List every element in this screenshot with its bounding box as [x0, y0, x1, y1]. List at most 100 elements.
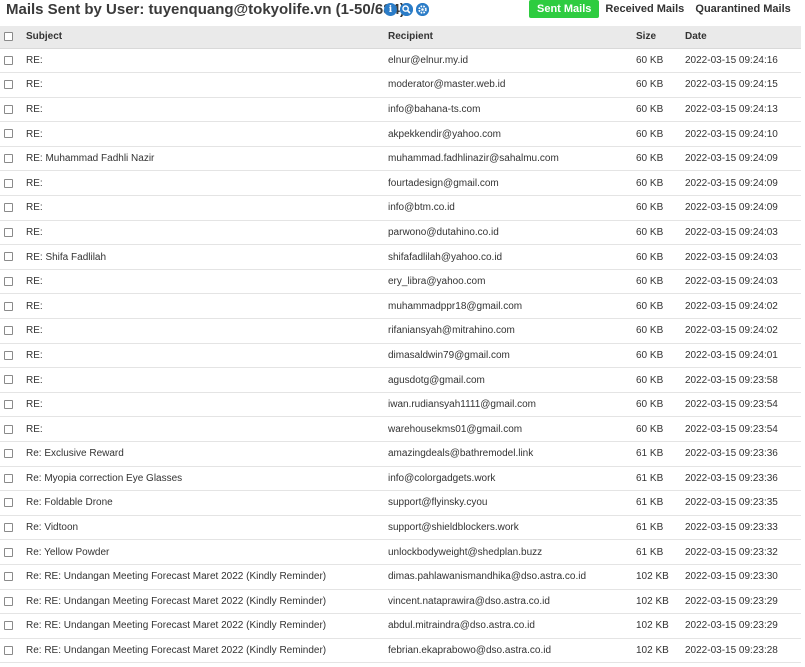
- row-subject: Re: RE: Undangan Meeting Forecast Maret …: [26, 595, 327, 607]
- row-recipient: shifafadlilah@yahoo.co.id: [388, 251, 503, 263]
- row-checkbox[interactable]: [4, 645, 13, 655]
- row-checkbox-cell: [0, 245, 19, 270]
- row-checkbox[interactable]: [4, 498, 13, 508]
- table-row[interactable]: RE: Muhammad Fadhli Nazir muhammad.fadhli…: [0, 146, 801, 171]
- row-date: 2022-03-15 09:23:28: [685, 645, 778, 657]
- row-checkbox[interactable]: [4, 129, 13, 139]
- row-size: 61 KB: [636, 472, 664, 484]
- row-size: 102 KB: [636, 645, 669, 657]
- row-checkbox[interactable]: [4, 252, 13, 262]
- row-checkbox[interactable]: [4, 399, 13, 409]
- row-checkbox[interactable]: [4, 596, 13, 606]
- table-row[interactable]: Re: Foldable Drone support@flyinsky.cyou 6…: [0, 491, 801, 516]
- row-checkbox[interactable]: [4, 178, 13, 188]
- row-size: 102 KB: [636, 620, 669, 632]
- row-size: 60 KB: [636, 226, 664, 238]
- table-row[interactable]: Re: Myopia correction Eye Glasses info@co…: [0, 466, 801, 491]
- row-checkbox-cell: [0, 146, 19, 171]
- table-row[interactable]: Re: Vidtoon support@shieldblockers.work 61…: [0, 515, 801, 540]
- table-row[interactable]: RE: moderator@master.web.id 60 KB 2022-03-1…: [0, 73, 801, 98]
- table-row[interactable]: Re: RE: Undangan Meeting Forecast Maret …: [0, 564, 801, 590]
- column-header-size[interactable]: Size: [630, 26, 679, 49]
- row-checkbox[interactable]: [4, 227, 13, 237]
- row-checkbox-cell: [0, 442, 19, 467]
- table-row[interactable]: RE: fourtadesign@gmail.com 60 KB 2022-03-15…: [0, 171, 801, 196]
- row-size: 60 KB: [636, 349, 664, 361]
- column-header-recipient[interactable]: Recipient: [382, 26, 630, 49]
- table-row[interactable]: RE: elnur@elnur.my.id 60 KB 2022-03-15 09:2…: [0, 48, 801, 73]
- table-row[interactable]: RE: info@bahana-ts.com 60 KB 2022-03-15 09:…: [0, 97, 801, 122]
- row-date: 2022-03-15 09:24:10: [685, 128, 778, 140]
- row-recipient: muhammadppr18@gmail.com: [388, 300, 523, 312]
- row-checkbox-cell: [0, 122, 19, 147]
- table-row[interactable]: RE: iwan.rudiansyah1111@gmail.com 60 KB 202…: [0, 392, 801, 417]
- zoom-icon[interactable]: [400, 3, 413, 16]
- row-checkbox-cell: [0, 368, 19, 393]
- row-size: 60 KB: [636, 153, 664, 165]
- gear-icon[interactable]: [416, 3, 429, 16]
- row-recipient: muhammad.fadhlinazir@sahalmu.com: [388, 153, 559, 165]
- row-size: 60 KB: [636, 251, 664, 263]
- row-date: 2022-03-15 09:23:54: [685, 399, 778, 411]
- row-subject: Re: Vidtoon: [26, 522, 79, 534]
- row-checkbox[interactable]: [4, 277, 13, 286]
- tab-quarantined-mails[interactable]: Quarantined Mails: [687, 0, 798, 18]
- row-checkbox[interactable]: [4, 104, 13, 114]
- table-row[interactable]: RE: rifaniansyah@mitrahino.com 60 KB 2022-0…: [0, 319, 801, 344]
- row-date: 2022-03-15 09:23:30: [685, 571, 778, 583]
- row-checkbox[interactable]: [4, 80, 13, 90]
- row-size: 60 KB: [636, 374, 664, 386]
- row-subject: Re: RE: Undangan Meeting Forecast Maret …: [26, 620, 327, 632]
- table-row[interactable]: RE: warehousekms01@gmail.com 60 KB 2022-03-…: [0, 417, 801, 442]
- row-checkbox[interactable]: [4, 203, 13, 213]
- row-recipient: akpekkendir@yahoo.com: [388, 128, 501, 140]
- row-checkbox-cell: [0, 491, 19, 516]
- table-row[interactable]: Re: Exclusive Reward amazingdeals@bathrem…: [0, 442, 801, 467]
- table-row[interactable]: RE: dimasaldwin79@gmail.com 60 KB 2022-03-1…: [0, 343, 801, 368]
- row-checkbox[interactable]: [4, 572, 13, 582]
- row-checkbox[interactable]: [4, 350, 13, 360]
- row-checkbox[interactable]: [4, 375, 13, 385]
- page-title: Mails Sent by User: tuyenquang@tokyolife…: [6, 1, 405, 18]
- row-date: 2022-03-15 09:24:13: [685, 103, 778, 115]
- row-subject: Re: RE: Undangan Meeting Forecast Maret …: [26, 645, 327, 657]
- row-checkbox[interactable]: [4, 449, 13, 459]
- row-checkbox[interactable]: [4, 522, 13, 532]
- row-checkbox[interactable]: [4, 154, 13, 164]
- table-row[interactable]: Re: Yellow Powder unlockbodyweight@shedpl…: [0, 540, 801, 565]
- row-checkbox[interactable]: [4, 473, 13, 483]
- row-checkbox[interactable]: [4, 55, 13, 65]
- table-row[interactable]: RE: agusdotg@gmail.com 60 KB 2022-03-15 09:…: [0, 368, 801, 393]
- column-header-subject[interactable]: Subject: [19, 26, 382, 49]
- row-checkbox[interactable]: [4, 326, 13, 336]
- row-size: 60 KB: [636, 103, 664, 115]
- row-subject: RE:: [26, 202, 43, 214]
- row-subject: RE:: [26, 128, 43, 140]
- row-recipient: agusdotg@gmail.com: [388, 374, 485, 386]
- row-checkbox[interactable]: [4, 424, 13, 434]
- row-checkbox[interactable]: [4, 547, 13, 557]
- table-row[interactable]: Re: RE: Undangan Meeting Forecast Maret …: [0, 589, 801, 614]
- table-row[interactable]: RE: info@btm.co.id 60 KB 2022-03-15 09:24:0…: [0, 196, 801, 221]
- table-row[interactable]: RE: Shifa Fadlilah shifafadlilah@yahoo.co…: [0, 245, 801, 270]
- select-all-checkbox[interactable]: [4, 32, 13, 42]
- row-recipient: warehousekms01@gmail.com: [388, 423, 523, 435]
- tab-sent-mails[interactable]: Sent Mails: [529, 0, 600, 18]
- row-recipient: abdul.mitraindra@dso.astra.co.id: [388, 620, 535, 632]
- row-subject: RE:: [26, 423, 43, 435]
- row-checkbox-cell: [0, 73, 19, 98]
- tab-received-mails[interactable]: Received Mails: [602, 0, 687, 18]
- table-row[interactable]: RE: ery_libra@yahoo.com 60 KB 2022-03-15 09…: [0, 269, 801, 294]
- info-icon[interactable]: i: [384, 3, 397, 16]
- row-size: 60 KB: [636, 423, 664, 435]
- table-row[interactable]: Re: RE: Undangan Meeting Forecast Maret …: [0, 614, 801, 639]
- row-recipient: moderator@master.web.id: [388, 79, 506, 91]
- row-subject: Re: Myopia correction Eye Glasses: [26, 472, 183, 484]
- table-row[interactable]: RE: akpekkendir@yahoo.com 60 KB 2022-03-15 …: [0, 122, 801, 147]
- row-checkbox[interactable]: [4, 301, 13, 311]
- table-row[interactable]: Re: RE: Undangan Meeting Forecast Maret …: [0, 638, 801, 663]
- row-checkbox[interactable]: [4, 621, 13, 631]
- column-header-date[interactable]: Date: [679, 26, 801, 49]
- table-row[interactable]: RE: muhammadppr18@gmail.com 60 KB 2022-03-1…: [0, 294, 801, 319]
- table-row[interactable]: RE: parwono@dutahino.co.id 60 KB 2022-03-15…: [0, 220, 801, 245]
